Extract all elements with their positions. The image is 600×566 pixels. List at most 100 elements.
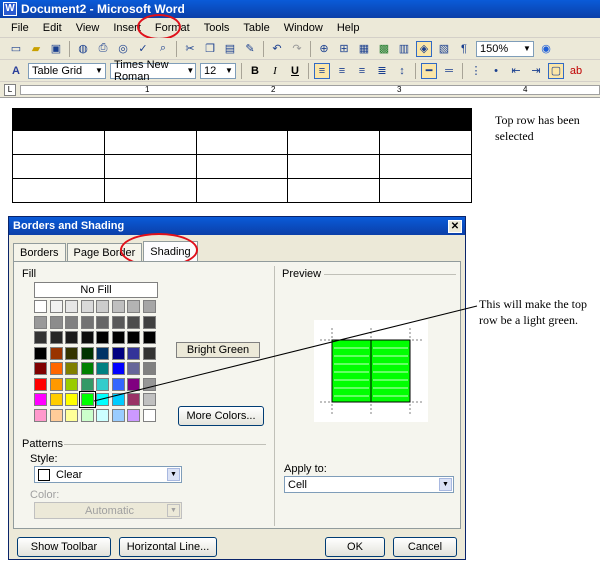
show-toolbar-button[interactable]: Show Toolbar <box>17 537 111 557</box>
table-cell[interactable] <box>195 178 289 203</box>
color-swatch[interactable] <box>34 315 47 329</box>
color-swatch[interactable] <box>96 377 109 391</box>
table-cell[interactable] <box>195 130 289 155</box>
no-fill-button[interactable]: No Fill <box>34 282 158 298</box>
table-cell[interactable] <box>379 154 472 179</box>
color-swatch[interactable] <box>96 331 109 344</box>
menu-tools[interactable]: Tools <box>197 22 237 34</box>
underline-button[interactable]: U <box>287 63 303 79</box>
color-swatch[interactable] <box>80 346 94 360</box>
color-swatch[interactable] <box>96 393 109 406</box>
color-swatch[interactable] <box>142 408 156 422</box>
table-cell[interactable] <box>379 108 472 131</box>
open-folder-icon[interactable]: ▰ <box>28 41 44 57</box>
insert-excel-icon[interactable]: ▩ <box>376 41 392 57</box>
table-cell[interactable] <box>12 108 105 131</box>
increase-indent-icon[interactable]: ⇥ <box>528 63 544 79</box>
save-icon[interactable]: ▣ <box>48 41 64 57</box>
spelling-icon[interactable]: ✓ <box>135 41 151 57</box>
color-swatch[interactable] <box>127 393 140 406</box>
table-cell[interactable] <box>12 178 105 203</box>
color-swatch[interactable] <box>127 300 140 313</box>
drawing-icon[interactable]: ◈ <box>416 40 432 57</box>
align-left-icon[interactable]: ≡ <box>314 62 330 79</box>
color-swatch[interactable] <box>65 346 78 360</box>
color-swatch[interactable] <box>49 346 63 360</box>
font-size-combo[interactable]: 12 ▼ <box>200 62 236 79</box>
styles-formatting-icon[interactable]: A <box>8 63 24 79</box>
permission-icon[interactable]: ◍ <box>75 41 91 57</box>
color-swatch[interactable] <box>34 331 47 344</box>
color-swatch[interactable] <box>142 331 156 344</box>
color-swatch[interactable] <box>34 346 47 360</box>
zoom-combo[interactable]: 150% ▼ <box>476 40 534 57</box>
color-swatch[interactable] <box>34 362 47 375</box>
table-cell[interactable] <box>379 130 472 155</box>
pattern-color-select[interactable]: Automatic ▼ <box>34 502 182 519</box>
numbering-icon[interactable]: ⋮ <box>468 63 484 79</box>
tab-selector-icon[interactable]: L <box>4 84 16 96</box>
color-swatch[interactable] <box>65 315 78 329</box>
color-swatch[interactable] <box>127 362 140 375</box>
format-painter-icon[interactable]: ✎ <box>242 41 258 57</box>
table-cell[interactable] <box>12 130 105 155</box>
italic-button[interactable]: I <box>267 63 283 79</box>
table-cell[interactable] <box>103 154 197 179</box>
color-swatch[interactable] <box>96 408 109 422</box>
color-swatch[interactable] <box>65 331 78 344</box>
color-swatch[interactable] <box>111 300 125 313</box>
apply-to-select[interactable]: Cell ▼ <box>284 476 454 493</box>
close-icon[interactable]: ✕ <box>448 219 462 233</box>
color-swatch[interactable] <box>34 300 47 313</box>
cut-icon[interactable]: ✂ <box>182 41 198 57</box>
tables-borders-icon[interactable]: ⊞ <box>336 41 352 57</box>
color-swatch[interactable] <box>80 408 94 422</box>
menu-help[interactable]: Help <box>330 22 367 34</box>
table-cell[interactable] <box>195 108 289 131</box>
color-swatch[interactable] <box>80 331 94 344</box>
menu-edit[interactable]: Edit <box>36 22 69 34</box>
table-row-selected[interactable] <box>12 108 472 131</box>
color-swatch[interactable] <box>80 315 94 329</box>
line-spacing-icon[interactable]: ↕ <box>394 63 410 79</box>
menu-table[interactable]: Table <box>236 22 276 34</box>
pattern-style-select[interactable]: Clear ▼ <box>34 466 182 483</box>
more-colors-button[interactable]: More Colors... <box>178 406 264 426</box>
color-swatch[interactable] <box>49 300 63 313</box>
color-swatch[interactable] <box>111 377 125 391</box>
color-swatch[interactable] <box>111 393 125 406</box>
color-swatch[interactable] <box>65 300 78 313</box>
color-swatch[interactable] <box>111 346 125 360</box>
bold-button[interactable]: B <box>247 63 263 79</box>
color-swatch[interactable] <box>127 315 140 329</box>
color-swatch[interactable] <box>96 315 109 329</box>
color-swatch[interactable] <box>65 377 78 391</box>
border-style-icon[interactable]: ━ <box>421 62 437 79</box>
color-swatch[interactable] <box>78 391 96 408</box>
color-swatch[interactable] <box>142 377 156 391</box>
color-swatch[interactable] <box>111 331 125 344</box>
color-swatch[interactable] <box>65 362 78 375</box>
table-cell[interactable] <box>287 154 381 179</box>
color-swatch[interactable] <box>127 377 140 391</box>
color-swatch[interactable] <box>65 393 78 406</box>
color-swatch[interactable] <box>127 408 140 422</box>
ok-button[interactable]: OK <box>325 537 385 557</box>
table-cell[interactable] <box>287 130 381 155</box>
print-icon[interactable]: ⎙ <box>95 41 111 57</box>
table-cell[interactable] <box>12 154 105 179</box>
color-swatch[interactable] <box>49 408 63 422</box>
color-swatch[interactable] <box>34 408 47 422</box>
color-swatch[interactable] <box>142 393 156 406</box>
color-swatch[interactable] <box>142 300 156 313</box>
color-swatch[interactable] <box>142 346 156 360</box>
color-swatch[interactable] <box>34 393 47 406</box>
print-preview-icon[interactable]: ◎ <box>115 41 131 57</box>
color-swatch[interactable] <box>127 331 140 344</box>
color-swatch[interactable] <box>80 377 94 391</box>
align-center-icon[interactable]: ≡ <box>334 63 350 79</box>
color-swatch[interactable] <box>49 315 63 329</box>
new-document-icon[interactable]: ▭ <box>8 41 24 57</box>
table-cell[interactable] <box>103 130 197 155</box>
style-combo[interactable]: Table Grid ▼ <box>28 62 106 79</box>
